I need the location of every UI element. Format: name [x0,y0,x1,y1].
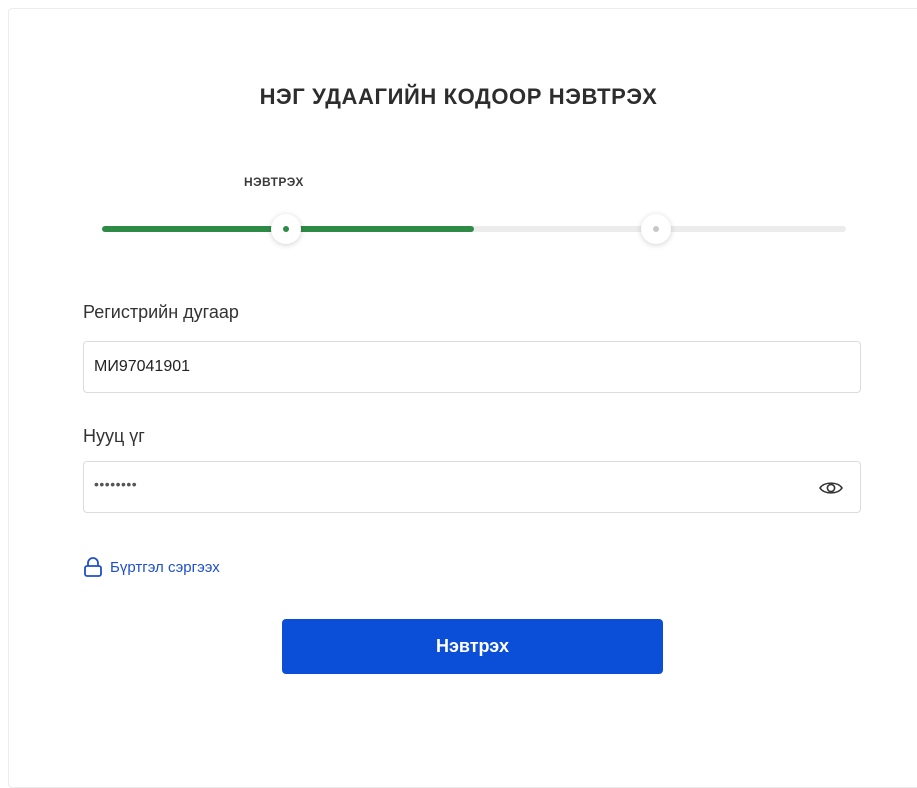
step-label-login: НЭВТРЭХ [244,175,304,189]
lock-icon [82,556,104,578]
progress-track [102,226,846,232]
password-input[interactable]: •••••••• [83,461,861,513]
eye-icon[interactable] [818,475,844,501]
step-indicator-2 [641,214,671,244]
register-number-label: Регистрийн дугаар [83,302,239,322]
register-number-input[interactable]: МИ97041901 [83,341,861,393]
register-number-value: МИ97041901 [94,358,191,375]
password-value: •••••••• [94,476,138,492]
step-indicator-2-dot [653,226,659,232]
step-indicator-1 [271,214,301,244]
step-indicator-1-dot [283,226,289,232]
page-title: НЭГ УДААГИЙН КОДООР НЭВТРЭХ [259,84,658,109]
login-submit-button[interactable]: Нэвтрэх [282,619,663,674]
recover-account-label: Бүртгэл сэргээх [110,558,220,576]
password-label: Нууц үг [83,426,145,446]
recover-account-link[interactable]: Бүртгэл сэргээх [82,554,220,580]
